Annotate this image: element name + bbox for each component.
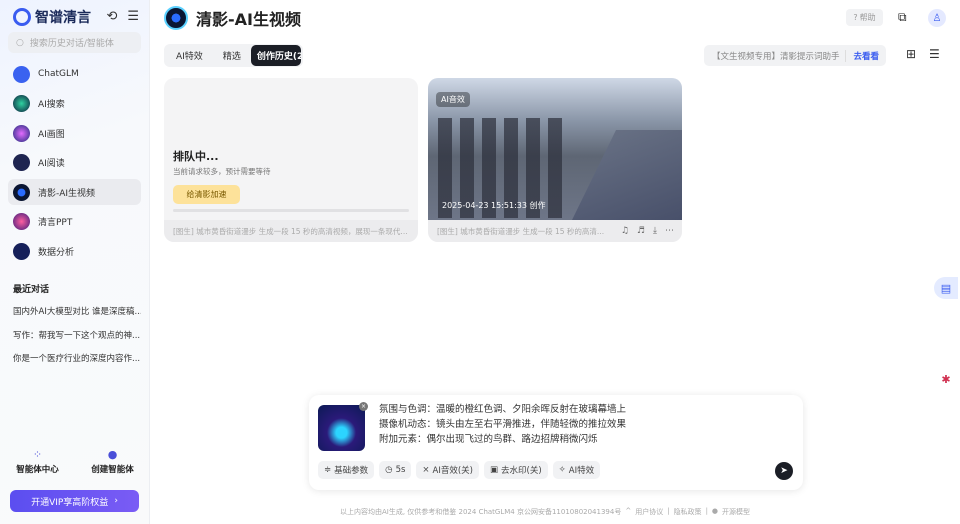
sidebar: 智谱清言 ⟲ ☰ ○ 搜索历史对话/智能体 ChatGLM AI搜索 AI画图 AI… — [0, 0, 150, 524]
more-icon[interactable]: ⋯ — [665, 226, 674, 236]
watermark-button[interactable]: ▣ 去水印(关) — [484, 461, 548, 479]
recent-item[interactable]: 写作：帮我写一下这个观点的神... — [13, 329, 141, 341]
sidebar-item-ai-read[interactable]: AI阅读 — [8, 150, 141, 176]
create-agent-button[interactable]: ● 创建智能体 — [91, 448, 134, 475]
go-see-link[interactable]: 去看看 — [845, 49, 886, 62]
qingying-icon — [164, 6, 188, 30]
logo-icon — [13, 8, 31, 26]
search-input[interactable]: ○ 搜索历史对话/智能体 — [8, 32, 141, 53]
chatglm-icon — [13, 65, 30, 83]
tabs: AI特效 精选 创作历史(2) — [164, 44, 303, 67]
effects-icon: ✧ — [558, 465, 566, 475]
history-icon[interactable]: ⟲ — [106, 9, 117, 24]
tab-featured[interactable]: 精选 — [213, 45, 251, 66]
chevron-right-icon: › — [114, 496, 118, 506]
sidebar-item-ai-search[interactable]: AI搜索 — [8, 91, 141, 117]
basic-params-button[interactable]: ≑ 基础参数 — [318, 461, 375, 479]
footer: 以上内容均由AI生成, 仅供参考和借鉴 2024 ChatGLM4 京公网安备1… — [340, 507, 751, 517]
sound-icon[interactable]: ♬ — [637, 226, 645, 236]
vip-button[interactable]: 开通VIP享高阶权益 › — [10, 490, 139, 512]
card-caption: [图生] 城市黄昏街道漫步 生成一段 15 秒的高清... — [437, 226, 605, 236]
sliders-icon: ≑ — [324, 465, 332, 475]
duration-button[interactable]: ◷ 5s — [379, 461, 412, 479]
data-analysis-icon — [13, 243, 30, 261]
avatar[interactable]: ♙ — [928, 9, 946, 27]
sidebar-item-ai-draw[interactable]: AI画图 — [8, 120, 141, 146]
sidebar-item-ai-video[interactable]: 清影-AI生视频 — [8, 179, 141, 206]
ppt-icon — [13, 213, 30, 231]
music-icon[interactable]: ♫ — [621, 226, 629, 236]
sidebar-item-chatglm[interactable]: ChatGLM — [8, 61, 141, 87]
side-panel-icon[interactable]: ▤ — [934, 277, 958, 299]
collapse-sidebar-icon[interactable]: ☰ — [127, 9, 139, 24]
progress-bar — [173, 209, 409, 212]
sidebar-item-data-analysis[interactable]: 数据分析 — [8, 239, 141, 265]
watermark-icon: ▣ — [490, 465, 499, 475]
queue-card[interactable]: 排队中... 当前请求较多，预计需要等待 给清影加速 [图生] 城市黄昏街道漫步… — [164, 78, 418, 242]
video-thumbnail[interactable]: AI音效 2025-04-23 15:51:33 创作 — [428, 78, 682, 220]
agent-center-button[interactable]: ⁘ 智能体中心 — [16, 448, 59, 475]
search-icon: ○ — [16, 37, 24, 48]
recent-title: 最近对话 — [13, 285, 50, 295]
reference-image — [318, 405, 365, 451]
page-title: 清影-AI生视频 — [164, 6, 301, 30]
video-card[interactable]: AI音效 2025-04-23 15:51:33 创作 [图生] 城市黄昏街道漫… — [428, 78, 682, 242]
boost-button[interactable]: 给清影加速 — [173, 185, 240, 204]
download-icon[interactable]: ⤓ — [653, 226, 657, 236]
github-icon: ● — [711, 507, 719, 515]
ai-effects-button[interactable]: ✧ AI特效 — [552, 461, 601, 479]
grid-view-icon[interactable]: ⊞ — [906, 47, 916, 61]
prompt-input[interactable]: × 氛围与色调：温暖的橙红色调、夕阳余晖反射在玻璃幕墙上 摄像机动态：镜头由左至… — [309, 395, 803, 490]
ai-draw-icon — [13, 124, 30, 142]
recent-item[interactable]: 你是一个医疗行业的深度内容作... — [13, 352, 141, 364]
tab-ai-effects[interactable]: AI特效 — [166, 45, 213, 66]
ai-read-icon — [13, 154, 30, 172]
card-caption: [图生] 城市黄昏街道漫步 生成一段 15 秒的高清视频，展现一条现代... — [164, 220, 418, 242]
ai-sound-button[interactable]: ⨯ AI音效(关) — [416, 461, 479, 479]
help-icon: ? — [853, 13, 858, 22]
window-icon[interactable]: ⧉ — [898, 10, 907, 25]
recent-item[interactable]: 国内外AI大模型对比 谁是深度稿... — [13, 305, 141, 317]
ai-sound-badge: AI音效 — [436, 92, 470, 107]
sidebar-item-ppt[interactable]: 清言PPT — [8, 209, 141, 235]
app-logo[interactable]: 智谱清言 — [13, 7, 91, 27]
ai-search-icon — [13, 95, 30, 113]
privacy-link[interactable]: 隐私政策 — [674, 507, 702, 517]
open-source-link[interactable]: 开源模型 — [722, 507, 750, 517]
floating-app-icon[interactable]: ✱ — [934, 368, 958, 390]
grid-icon: ⁘ — [32, 448, 43, 461]
video-timestamp: 2025-04-23 15:51:33 创作 — [442, 201, 546, 210]
tab-history[interactable]: 创作历史(2) — [250, 45, 301, 66]
help-button[interactable]: ? 帮助 — [846, 9, 883, 26]
ai-video-icon — [13, 183, 30, 201]
terms-link[interactable]: 用户协议 — [635, 507, 663, 517]
list-view-icon[interactable]: ☰ — [929, 47, 940, 61]
prompt-helper-banner: 【文生视频专用】清影提示词助手 去看看 — [704, 45, 886, 66]
clock-icon: ◷ — [385, 465, 393, 475]
sound-off-icon: ⨯ — [422, 465, 430, 475]
send-button[interactable]: ➤ — [775, 462, 793, 480]
remove-image-icon[interactable]: × — [359, 402, 368, 411]
agent-icon: ● — [107, 448, 118, 461]
